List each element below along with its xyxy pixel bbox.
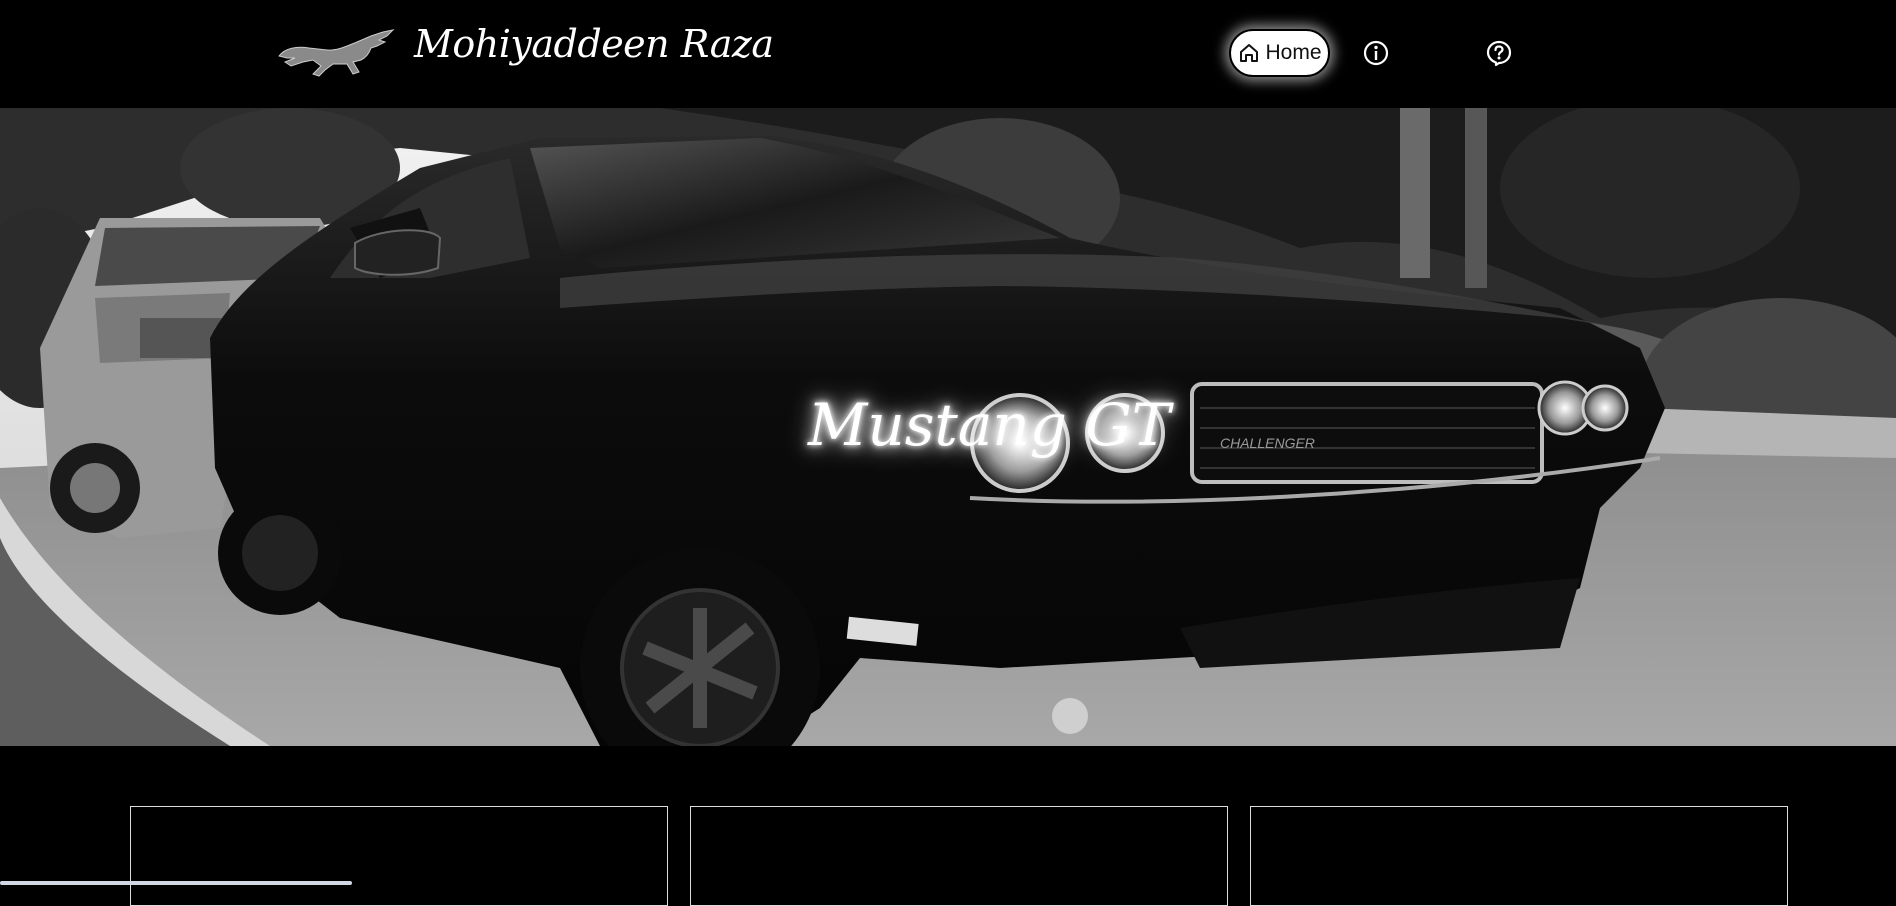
home-icon: [1240, 44, 1259, 62]
card-1[interactable]: [130, 806, 668, 906]
nav-home-label: Home: [1265, 41, 1322, 64]
hero-banner: CHALLENGER Mustang GT: [0, 108, 1896, 746]
nav-about-button[interactable]: [1361, 38, 1391, 68]
nav-home-button[interactable]: Home: [1229, 29, 1330, 77]
nav-help-button[interactable]: [1484, 38, 1514, 68]
mustang-horse-logo-icon[interactable]: [275, 26, 397, 78]
info-icon: [1363, 40, 1389, 66]
horizontal-scrollbar[interactable]: [0, 881, 352, 885]
card-3[interactable]: [1250, 806, 1788, 906]
hero-title: Mustang GT: [808, 391, 1171, 459]
card-2[interactable]: [690, 806, 1228, 906]
cards-section: [0, 746, 1896, 906]
site-header: Mohiyaddeen Raza Home: [0, 0, 1896, 108]
svg-text:CHALLENGER: CHALLENGER: [1220, 435, 1315, 451]
brand-name[interactable]: Mohiyaddeen Raza: [414, 22, 774, 66]
help-icon: [1486, 40, 1512, 67]
